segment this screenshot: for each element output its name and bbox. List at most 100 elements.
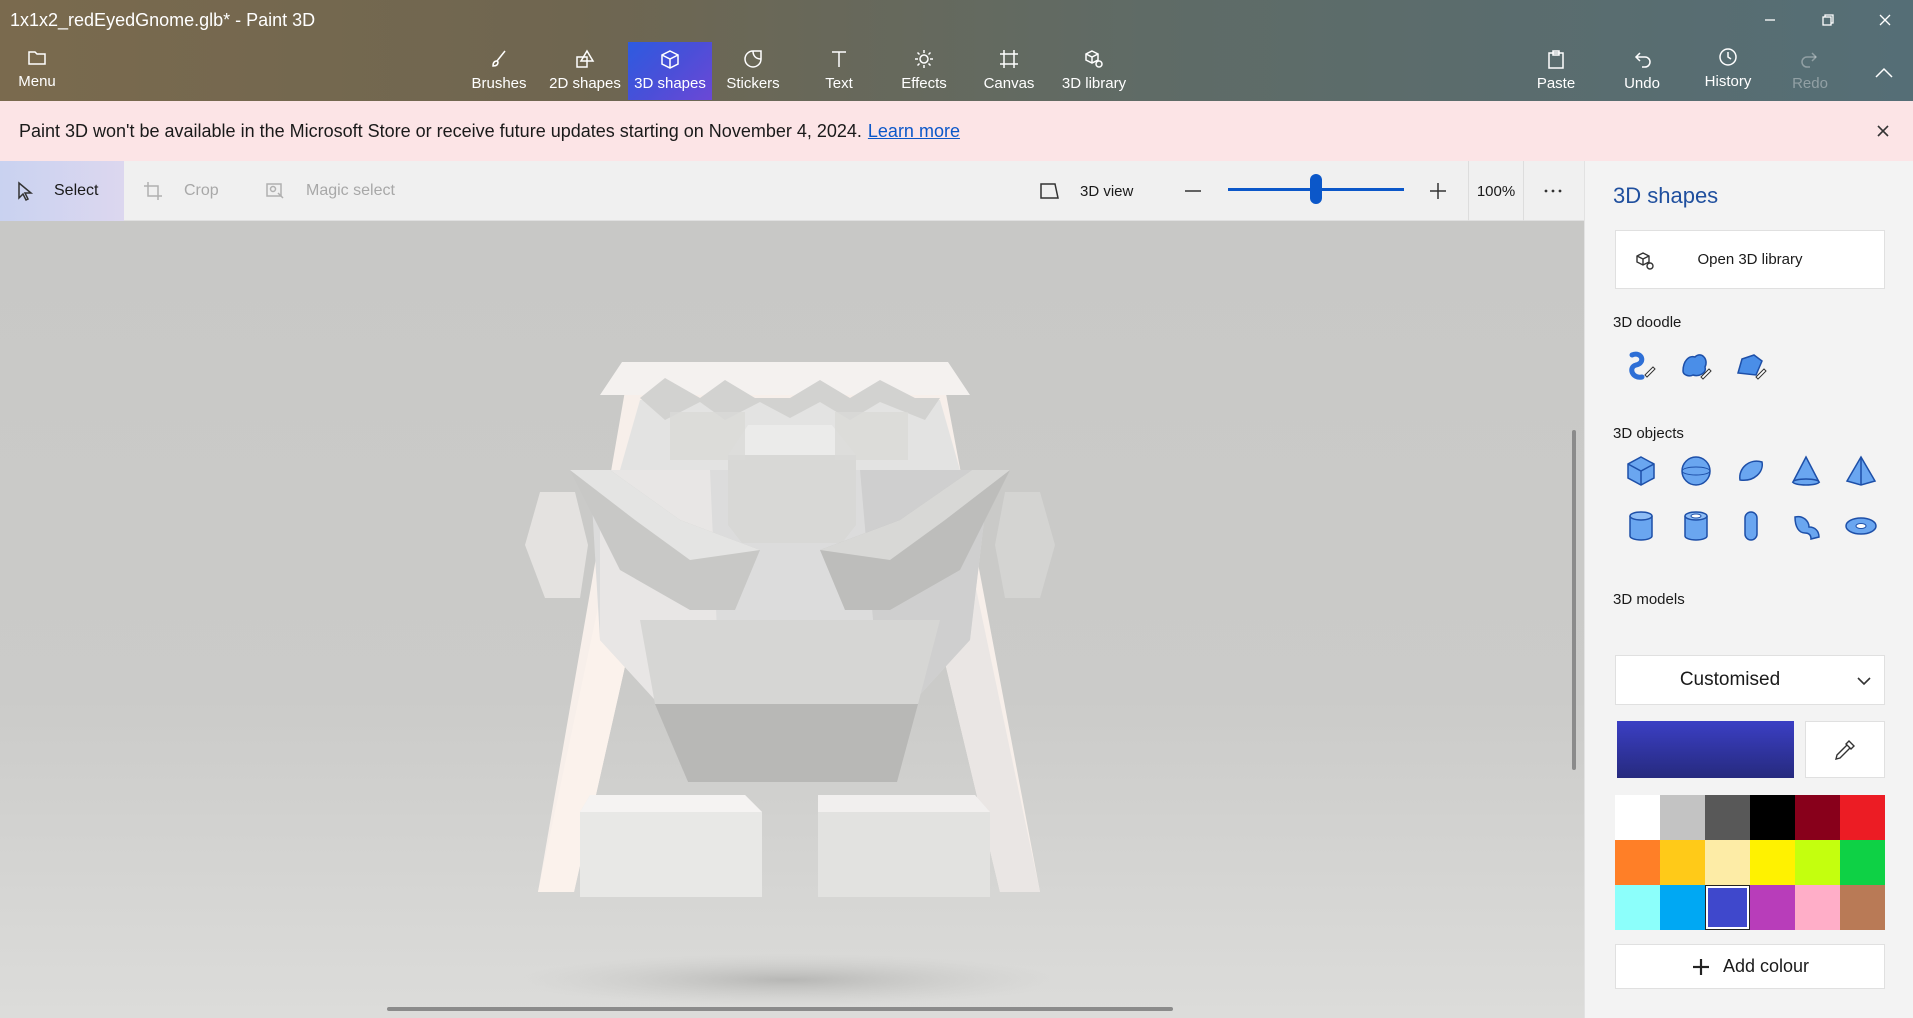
color-swatch[interactable] [1615,840,1660,885]
color-swatch[interactable] [1660,840,1705,885]
cone-icon [1791,455,1821,486]
soft-edge-doodle-button[interactable] [1729,344,1773,388]
objects-section-label: 3D objects [1613,425,1684,442]
color-swatch[interactable] [1795,840,1840,885]
collapse-ribbon-button[interactable] [1862,42,1906,100]
color-swatch[interactable] [1840,840,1885,885]
sharp-edge-doodle-button[interactable] [1674,344,1718,388]
add-colour-button[interactable]: Add colour [1615,944,1885,989]
color-swatch[interactable] [1750,840,1795,885]
restore-button[interactable] [1800,0,1856,40]
close-window-button[interactable] [1857,0,1913,40]
color-swatch[interactable] [1795,885,1840,930]
tab-2d-shapes[interactable]: 2D shapes [545,42,625,100]
minimize-button[interactable] [1742,0,1798,40]
paste-button[interactable]: Paste [1522,42,1590,100]
texture-mode-dropdown[interactable]: Customised [1615,655,1885,705]
more-options-button[interactable] [1542,161,1564,221]
zoom-slider-thumb[interactable] [1310,174,1322,204]
capsule-button[interactable] [1729,504,1773,548]
3d-view-icon [1040,183,1059,199]
tab-text[interactable]: Text [803,42,875,100]
history-label: History [1704,73,1752,90]
window-title: 1x1x2_redEyedGnome.glb* - Paint 3D [10,10,316,30]
color-swatch[interactable] [1615,885,1660,930]
redo-button[interactable]: Redo [1776,42,1844,100]
history-icon [1719,48,1737,66]
zoom-out-button[interactable] [1182,161,1204,221]
tube-doodle-button[interactable] [1619,344,1663,388]
tab-canvas[interactable]: Canvas [973,42,1045,100]
menu-button[interactable]: Menu [0,40,74,98]
color-swatch[interactable] [1660,885,1705,930]
color-swatch[interactable] [1750,885,1795,930]
3d-library-icon [1636,252,1654,270]
cube-button[interactable] [1619,449,1663,493]
zoom-level[interactable]: 100% [1468,161,1524,221]
magic-select-label: Magic select [306,182,395,199]
color-swatch[interactable] [1615,795,1660,840]
top-bar: 1x1x2_redEyedGnome.glb* - Paint 3D Menu … [0,0,1913,101]
hemisphere-button[interactable] [1729,449,1773,493]
color-swatch[interactable] [1705,795,1750,840]
chevron-up-icon [1875,67,1893,78]
eyedropper-icon [1835,739,1855,760]
sticker-icon [744,50,762,68]
curved-tube-button[interactable] [1784,504,1828,548]
paste-icon [1548,50,1564,69]
crop-tool[interactable]: Crop [142,161,219,221]
current-color-swatch[interactable] [1617,721,1794,778]
tube-icon [1684,511,1708,541]
2d-shapes-icon [576,49,595,68]
sphere-button[interactable] [1674,449,1718,493]
dropdown-value: Customised [1679,669,1781,690]
select-label: Select [54,182,99,199]
pyramid-button[interactable] [1839,449,1883,493]
color-swatch[interactable] [1705,840,1750,885]
tube-button[interactable] [1674,504,1718,548]
plus-icon [1430,183,1446,199]
restore-icon [1822,14,1834,26]
learn-more-link[interactable]: Learn more [868,121,960,142]
tab-3d-shapes[interactable]: 3D shapes [628,42,712,100]
3d-models-partial-row[interactable] [1613,625,1893,631]
tab-stickers[interactable]: Stickers [717,42,789,100]
color-swatch[interactable] [1705,885,1750,930]
magic-select-tool[interactable]: Magic select [264,161,395,221]
cone-button[interactable] [1784,449,1828,493]
horizontal-scrollbar[interactable] [387,1007,1173,1011]
undo-button[interactable]: Undo [1608,42,1676,100]
close-icon[interactable] [1871,119,1895,143]
plus-icon [1692,958,1709,975]
tab-brushes[interactable]: Brushes [466,42,532,100]
zoom-in-button[interactable] [1427,161,1449,221]
tab-label: Canvas [983,75,1035,92]
gnome-3d-model[interactable] [0,221,1584,1018]
color-swatch[interactable] [1840,795,1885,840]
torus-icon [1845,517,1877,535]
redo-icon [1801,52,1818,68]
cylinder-button[interactable] [1619,504,1663,548]
effects-icon [915,50,933,68]
eyedropper-button[interactable] [1805,721,1885,778]
title-bar: 1x1x2_redEyedGnome.glb* - Paint 3D [0,0,1913,40]
torus-button[interactable] [1839,504,1883,548]
tab-effects[interactable]: Effects [888,42,960,100]
tab-3d-library[interactable]: 3D library [1054,42,1134,100]
color-swatch[interactable] [1750,795,1795,840]
select-tool[interactable]: Select [0,161,124,221]
color-swatch[interactable] [1660,795,1705,840]
open-3d-library-button[interactable]: Open 3D library [1615,230,1885,289]
color-swatch[interactable] [1840,885,1885,930]
models-section-label: 3D models [1613,591,1685,608]
canvas-3d-viewport[interactable] [0,221,1584,1018]
tab-label: Text [825,75,853,92]
vertical-scrollbar[interactable] [1572,430,1576,770]
history-button[interactable]: History [1692,40,1764,98]
menu-label: Menu [18,73,56,90]
cylinder-icon [1629,511,1653,541]
3d-view-toggle[interactable]: 3D view [1038,161,1133,221]
color-swatch[interactable] [1795,795,1840,840]
soft-edge-doodle-icon [1737,354,1767,380]
magic-select-icon [266,183,284,199]
